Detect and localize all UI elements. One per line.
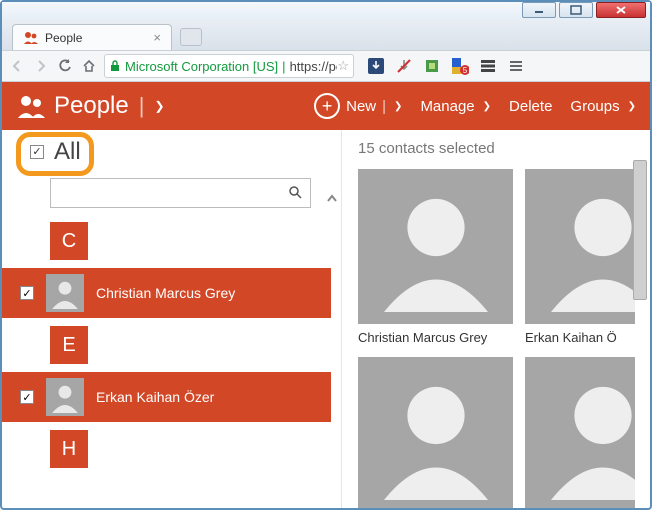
contact-card[interactable] [358, 357, 513, 508]
avatar-icon [358, 169, 513, 324]
back-button[interactable] [8, 59, 26, 73]
extension-icon-stack[interactable] [478, 56, 498, 76]
contact-name: Erkan Kaihan Özer [96, 389, 214, 405]
extension-icon-download[interactable] [366, 56, 386, 76]
contact-card-name: Christian Marcus Grey [358, 330, 513, 345]
scrollbar-thumb[interactable] [633, 160, 647, 300]
tab-title: People [45, 31, 147, 45]
home-button[interactable] [80, 59, 98, 73]
contact-checkbox[interactable]: ✓ [20, 390, 34, 404]
app-title-dropdown[interactable]: ❯ [154, 99, 164, 113]
ev-cert-label: Microsoft Corporation [US] [125, 59, 278, 74]
delete-label: Delete [509, 98, 552, 115]
chevron-down-icon: ❯ [483, 101, 491, 112]
manage-button[interactable]: Manage ❯ [420, 98, 491, 115]
app-title-divider: | [139, 93, 145, 119]
svg-text:5: 5 [463, 66, 468, 75]
divider: | [382, 98, 386, 115]
select-all-label: All [54, 138, 81, 166]
contact-card-grid: Christian Marcus Grey Erkan Kaihan Ö [358, 169, 650, 508]
chevron-down-icon[interactable]: ❯ [394, 101, 402, 112]
contact-row[interactable]: ✓ Erkan Kaihan Özer [2, 372, 331, 422]
extension-icon-puzzle[interactable] [422, 56, 442, 76]
browser-toolbar: Microsoft Corporation [US] | https://peo… [2, 50, 650, 82]
avatar-icon [358, 357, 513, 508]
search-input[interactable] [50, 178, 311, 208]
close-icon[interactable]: × [153, 30, 161, 45]
people-icon [16, 91, 46, 121]
address-bar[interactable]: Microsoft Corporation [US] | https://peo… [104, 54, 354, 78]
extension-icon-badge[interactable]: 5 [450, 56, 470, 76]
selection-count-text: 15 contacts selected [358, 140, 650, 157]
content-area: ✓ All C ✓ Christian Marcus Grey E [2, 130, 650, 508]
url-text: https://peop [290, 59, 338, 74]
reload-button[interactable] [56, 59, 74, 73]
avatar-icon [525, 169, 635, 324]
chevron-down-icon: ❯ [628, 101, 636, 112]
details-pane: 15 contacts selected Christian Marcus Gr… [342, 130, 650, 508]
contact-card[interactable]: Christian Marcus Grey [358, 169, 513, 345]
contact-card[interactable] [525, 357, 635, 508]
letter-header[interactable]: H [50, 430, 88, 468]
new-label: New [346, 98, 376, 115]
contact-card[interactable]: Erkan Kaihan Ö [525, 169, 635, 345]
search-icon[interactable] [288, 185, 302, 202]
contact-checkbox[interactable]: ✓ [20, 286, 34, 300]
groups-label: Groups [570, 98, 619, 115]
bookmark-star-icon[interactable]: ☆ [337, 58, 349, 74]
plus-icon: + [314, 93, 340, 119]
browser-tab[interactable]: People × [12, 24, 172, 50]
extension-icon-block[interactable] [394, 56, 414, 76]
new-tab-button[interactable] [180, 28, 202, 46]
groups-button[interactable]: Groups ❯ [570, 98, 636, 115]
contact-list-pane: ✓ All C ✓ Christian Marcus Grey E [2, 130, 342, 508]
contact-card-name: Erkan Kaihan Ö [525, 330, 635, 345]
window-maximize-button[interactable] [559, 2, 593, 18]
window-titlebar [2, 2, 650, 20]
ev-separator: | [282, 59, 285, 74]
people-icon [23, 30, 39, 46]
new-button[interactable]: + New | ❯ [314, 93, 402, 119]
search-field[interactable] [59, 186, 288, 201]
avatar-icon [46, 274, 84, 312]
contact-list: C ✓ Christian Marcus Grey E ✓ Erkan Kaih… [2, 214, 341, 476]
scroll-up-hint[interactable] [325, 192, 339, 211]
app-title: People [54, 92, 129, 120]
select-all-checkbox[interactable]: ✓ [30, 145, 44, 159]
contact-row[interactable]: ✓ Christian Marcus Grey [2, 268, 331, 318]
extension-row: 5 [366, 56, 526, 76]
browser-tab-strip: People × [2, 20, 650, 50]
lock-icon [109, 60, 121, 72]
forward-button[interactable] [32, 59, 50, 73]
chrome-menu-button[interactable] [506, 56, 526, 76]
app-bar: People | ❯ + New | ❯ Manage ❯ Delete Gro… [2, 82, 650, 130]
window-minimize-button[interactable] [522, 2, 556, 18]
window-close-button[interactable] [596, 2, 646, 18]
delete-button[interactable]: Delete [509, 98, 552, 115]
contact-name: Christian Marcus Grey [96, 285, 235, 301]
select-all-row[interactable]: ✓ All [2, 130, 341, 170]
letter-header[interactable]: E [50, 326, 88, 364]
letter-header[interactable]: C [50, 222, 88, 260]
manage-label: Manage [420, 98, 474, 115]
avatar-icon [46, 378, 84, 416]
avatar-icon [525, 357, 635, 508]
